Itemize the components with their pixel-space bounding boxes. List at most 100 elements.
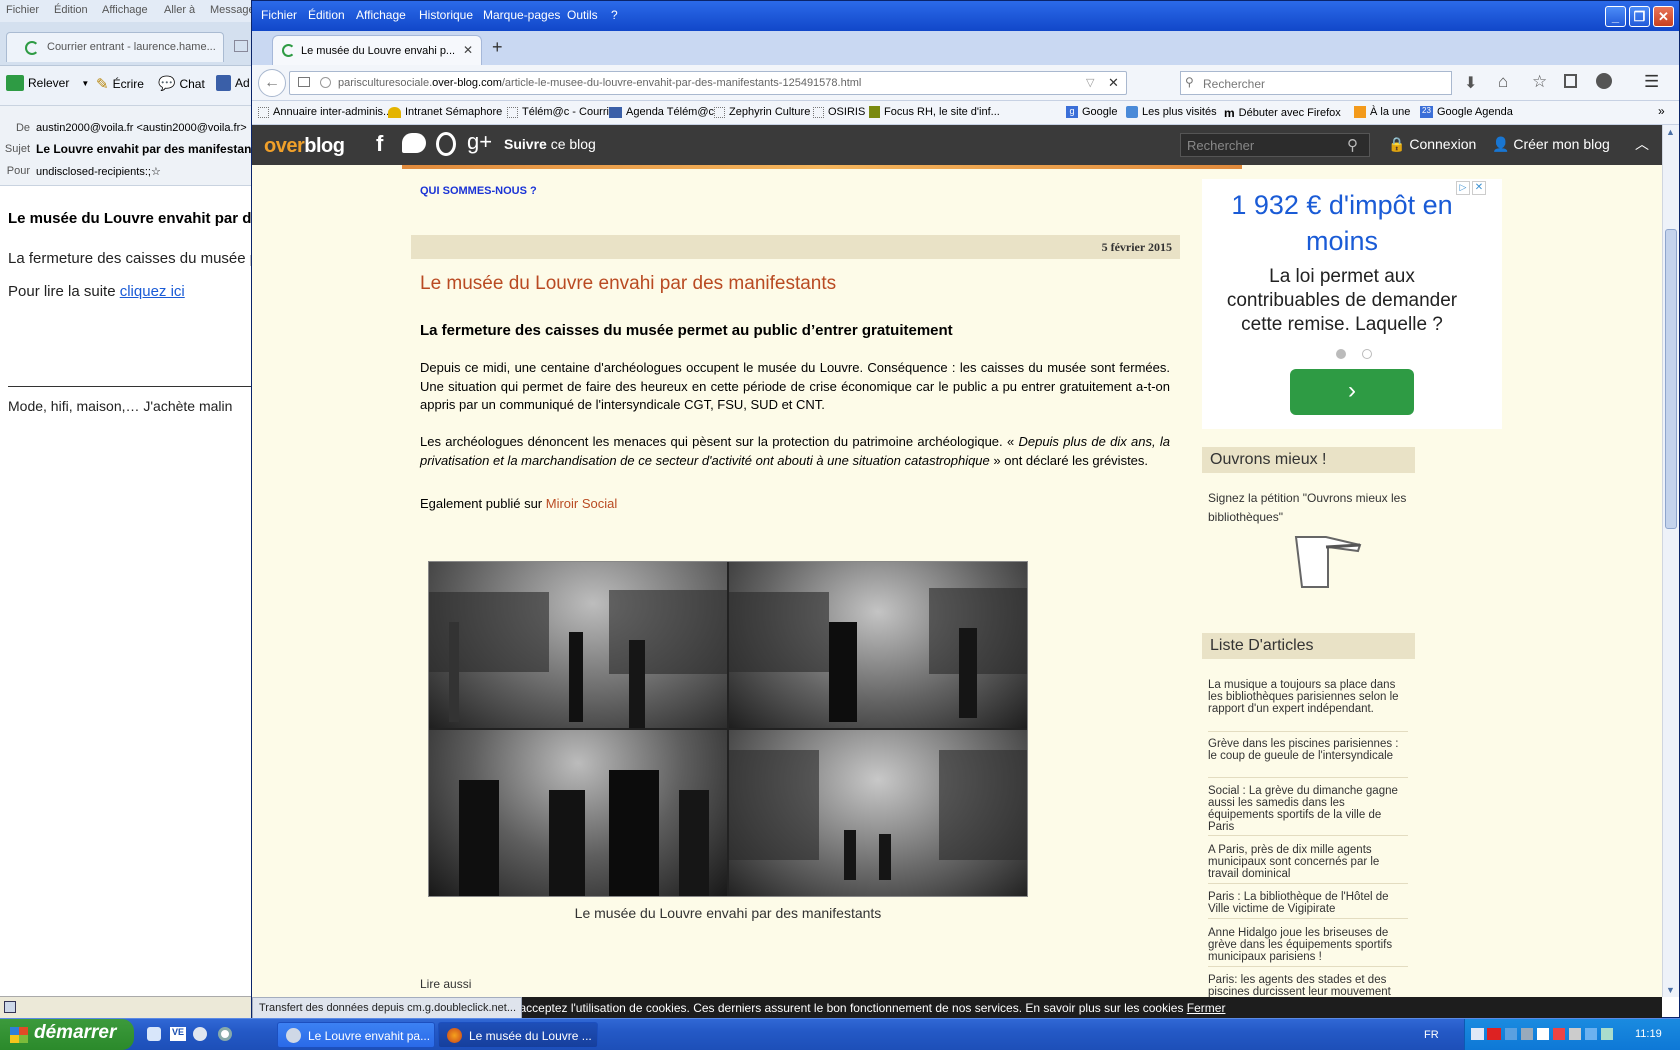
- clock[interactable]: 11:19: [1635, 1028, 1662, 1040]
- maximize-icon[interactable]: ❐: [1629, 6, 1650, 27]
- task-thunderbird[interactable]: Le Louvre envahit pa...: [277, 1022, 435, 1048]
- ff-menu-affichage[interactable]: Affichage: [356, 8, 406, 22]
- create-blog-button[interactable]: 👤 Créer mon blog: [1492, 136, 1610, 153]
- scroll-down-icon[interactable]: ▼: [1666, 985, 1675, 995]
- ad-close-icon[interactable]: ✕: [1472, 181, 1486, 195]
- ff-search-box[interactable]: ⚲ Rechercher: [1180, 71, 1452, 95]
- petition-text[interactable]: Signez la pétition "Ouvrons mieux les bi…: [1208, 489, 1414, 527]
- sidebar-article[interactable]: A Paris, près de dix mille agents munici…: [1208, 844, 1408, 880]
- ff-tab-active[interactable]: Le musée du Louvre envahi p... ✕: [272, 35, 482, 65]
- chat-bubble-icon[interactable]: [1596, 73, 1612, 89]
- ff-menu-marque-pages[interactable]: Marque-pages: [483, 8, 560, 22]
- tray-network-icon[interactable]: [1505, 1028, 1517, 1040]
- follow-blog-button[interactable]: Suivre ce blog: [504, 136, 596, 152]
- bookmark-6[interactable]: Focus RH, le site d'inf...: [869, 106, 1000, 118]
- network-icon[interactable]: [4, 1001, 16, 1013]
- bookmark-10[interactable]: À la une: [1354, 106, 1410, 118]
- chevron-right-icon[interactable]: »: [1658, 104, 1665, 118]
- task-firefox[interactable]: Le musée du Louvre ...: [438, 1022, 598, 1048]
- login-button[interactable]: 🔒 Connexion: [1388, 136, 1476, 153]
- google-plus-icon[interactable]: g+: [467, 129, 492, 155]
- fist-pen-icon[interactable]: [1282, 527, 1366, 607]
- tray-security-icon[interactable]: [1553, 1028, 1565, 1040]
- from-value[interactable]: austin2000@voila.fr <austin2000@voila.fr…: [36, 122, 247, 134]
- ff-menu-edition[interactable]: Édition: [308, 8, 345, 22]
- tray-network-icon[interactable]: [1521, 1028, 1533, 1040]
- tb-menu-aller[interactable]: Aller à: [164, 4, 195, 16]
- quicklaunch-media-icon[interactable]: [218, 1027, 232, 1041]
- scrollbar-thumb[interactable]: [1665, 229, 1677, 529]
- overblog-logo[interactable]: overblog: [264, 135, 345, 158]
- bookmark-star-icon[interactable]: ☆: [1532, 72, 1547, 92]
- sidebar-article[interactable]: Paris : La bibliothèque de l'Hôtel de Vi…: [1208, 891, 1408, 915]
- minimize-icon[interactable]: _: [1605, 6, 1626, 27]
- mail-ad-line[interactable]: Mode, hifi, maison,… J'achète malin: [8, 398, 232, 414]
- tb-menu-affichage[interactable]: Affichage: [102, 4, 148, 16]
- stop-icon[interactable]: ✕: [1108, 75, 1119, 91]
- relever-button[interactable]: Relever ▼: [6, 75, 89, 91]
- tab-close-icon[interactable]: ✕: [463, 43, 473, 57]
- miroir-social-link[interactable]: Miroir Social: [546, 496, 618, 511]
- sidebar-article[interactable]: Anne Hidalgo joue les briseuses de grève…: [1208, 927, 1408, 963]
- sidebar-article[interactable]: Paris: les agents des stades et des pisc…: [1208, 974, 1408, 997]
- hamburger-menu-icon[interactable]: ☰: [1644, 72, 1659, 92]
- bookmark-4[interactable]: Zephyrin Culture: [714, 106, 810, 118]
- ff-menu-outils[interactable]: Outils: [567, 8, 598, 22]
- url-bar[interactable]: parisculturesociale.over-blog.com/articl…: [289, 71, 1127, 95]
- read-more-link[interactable]: cliquez ici: [120, 283, 185, 300]
- bookmark-5[interactable]: OSIRIS: [813, 106, 865, 118]
- twitter-icon[interactable]: [402, 133, 426, 153]
- new-tab-icon[interactable]: +: [492, 37, 503, 58]
- ad-banner[interactable]: ▷ ✕ 1 932 € d'impôt en moins La loi perm…: [1202, 179, 1502, 429]
- article-photo[interactable]: [428, 561, 1028, 897]
- carousel-dot[interactable]: [1336, 349, 1346, 359]
- url-dropdown-icon[interactable]: ▽: [1086, 76, 1094, 89]
- tb-tab-inbox[interactable]: Courrier entrant - laurence.hame...: [6, 32, 224, 62]
- tray-sync-icon[interactable]: [1601, 1028, 1613, 1040]
- ad-next-button[interactable]: ›: [1290, 369, 1414, 415]
- tray-doc-icon[interactable]: [1537, 1028, 1549, 1040]
- sidebar-article[interactable]: Grève dans les piscines parisiennes : le…: [1208, 738, 1408, 762]
- quicklaunch-browser-icon[interactable]: [193, 1027, 207, 1041]
- quicklaunch-ie-icon[interactable]: [147, 1027, 161, 1041]
- nav-link-about[interactable]: QUI SOMMES-NOUS ?: [420, 185, 537, 197]
- carousel-dot[interactable]: [1362, 349, 1372, 359]
- address-book-button[interactable]: Ad: [216, 75, 250, 91]
- sidebar-article[interactable]: La musique a toujours sa place dans les …: [1208, 679, 1408, 715]
- bookmark-11[interactable]: 23 Google Agenda: [1420, 106, 1513, 118]
- pinterest-icon[interactable]: [436, 132, 456, 156]
- ff-menu-historique[interactable]: Historique: [419, 8, 473, 22]
- tb-menu-edition[interactable]: Édition: [54, 4, 88, 16]
- collapse-icon[interactable]: ︿: [1635, 134, 1649, 154]
- mail-icon[interactable]: [234, 40, 248, 52]
- identity-icon[interactable]: [298, 77, 310, 87]
- bookmark-3[interactable]: Agenda Télém@c: [609, 106, 714, 118]
- article-title[interactable]: Le musée du Louvre envahi par des manife…: [420, 273, 836, 295]
- bookmark-8[interactable]: Les plus visités: [1126, 106, 1217, 118]
- to-value[interactable]: undisclosed-recipients:;☆: [36, 165, 161, 178]
- download-icon[interactable]: ⬇: [1464, 73, 1477, 93]
- speaker-icon[interactable]: [1569, 1028, 1581, 1040]
- home-icon[interactable]: ⌂: [1498, 72, 1508, 92]
- quicklaunch-ve-icon[interactable]: VE: [170, 1027, 186, 1041]
- bookmark-1[interactable]: Intranet Sémaphore: [388, 106, 502, 118]
- page-scrollbar[interactable]: ▲ ▼: [1662, 125, 1679, 997]
- tb-menu-message[interactable]: Message: [210, 4, 251, 16]
- tb-menu-fichier[interactable]: Fichier: [6, 4, 39, 16]
- chevron-down-icon[interactable]: ▼: [81, 79, 89, 88]
- ecrire-button[interactable]: ✎ Écrire: [96, 75, 144, 93]
- search-icon[interactable]: ⚲: [1347, 136, 1358, 154]
- tray-display-icon[interactable]: [1585, 1028, 1597, 1040]
- bookmark-9[interactable]: m Débuter avec Firefox: [1224, 106, 1341, 120]
- cookie-close-link[interactable]: Fermer: [1187, 1001, 1226, 1015]
- bookmark-7[interactable]: g Google: [1066, 106, 1117, 118]
- back-icon[interactable]: ←: [258, 69, 286, 97]
- ff-menu-fichier[interactable]: Fichier: [261, 8, 297, 22]
- overblog-search[interactable]: Rechercher ⚲: [1180, 133, 1370, 157]
- ff-menu-aide[interactable]: ?: [611, 8, 618, 22]
- bookmark-2[interactable]: Télém@c - Courrier: [507, 106, 619, 118]
- reader-icon[interactable]: [1564, 74, 1577, 88]
- start-button[interactable]: démarrer: [0, 1019, 134, 1050]
- close-icon[interactable]: ✕: [1653, 6, 1674, 27]
- facebook-icon[interactable]: f: [376, 131, 383, 157]
